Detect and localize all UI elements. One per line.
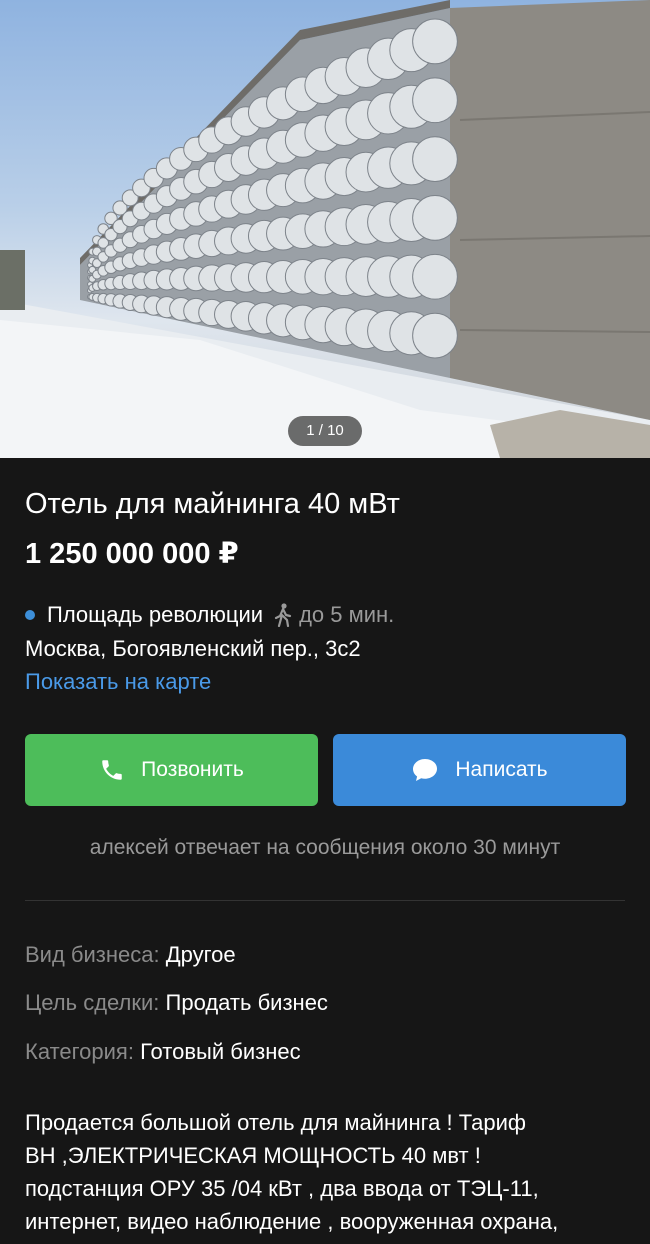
description-line: Продается большой отель для майнинга ! Т… (25, 1110, 527, 1135)
call-button[interactable]: Позвонить (25, 734, 318, 806)
listing-title: Отель для майнинга 40 мВт (25, 488, 400, 520)
description-line: ВН ,ЭЛЕКТРИЧЕСКАЯ МОЩНОСТЬ 40 мвт ! (25, 1143, 481, 1168)
walking-person-icon (273, 603, 293, 627)
property-business-type: Вид бизнеса: Другое (25, 942, 236, 968)
chat-bubble-icon (411, 757, 439, 783)
call-button-label: Позвонить (141, 758, 244, 781)
message-button-label: Написать (455, 758, 548, 781)
property-value: Готовый бизнес (140, 1039, 301, 1064)
property-value: Продать бизнес (165, 990, 328, 1015)
metro-line-dot (25, 610, 35, 620)
message-button[interactable]: Написать (333, 734, 626, 806)
walk-time: до 5 мин. (299, 602, 395, 627)
listing-description: Продается большой отель для майнинга ! Т… (25, 1106, 625, 1238)
property-key: Категория: (25, 1039, 134, 1064)
phone-icon (99, 757, 125, 783)
metro-info: Площадь революции до 5 мин. (25, 602, 394, 628)
property-value: Другое (165, 942, 236, 967)
reply-time-note: алексей отвечает на сообщения около 30 м… (89, 836, 561, 859)
description-line: подстанция ОРУ 35 /04 кВт , два ввода от… (25, 1176, 539, 1201)
divider (25, 900, 625, 901)
building-image (0, 0, 650, 458)
show-on-map-link[interactable]: Показать на карте (25, 669, 211, 695)
listing-photo[interactable]: 1 / 10 (0, 0, 650, 458)
metro-station: Площадь революции (47, 602, 264, 627)
listing-address: Москва, Богоявленский пер., 3с2 (25, 636, 361, 661)
description-line: интернет, видео наблюдение , вооруженная… (25, 1209, 559, 1234)
property-deal-goal: Цель сделки: Продать бизнес (25, 990, 328, 1016)
property-key: Цель сделки: (25, 990, 160, 1015)
property-category: Категория: Готовый бизнес (25, 1039, 301, 1065)
listing-price: 1 250 000 000 ₽ (25, 538, 239, 570)
photo-counter: 1 / 10 (288, 416, 362, 446)
property-key: Вид бизнеса: (25, 942, 160, 967)
